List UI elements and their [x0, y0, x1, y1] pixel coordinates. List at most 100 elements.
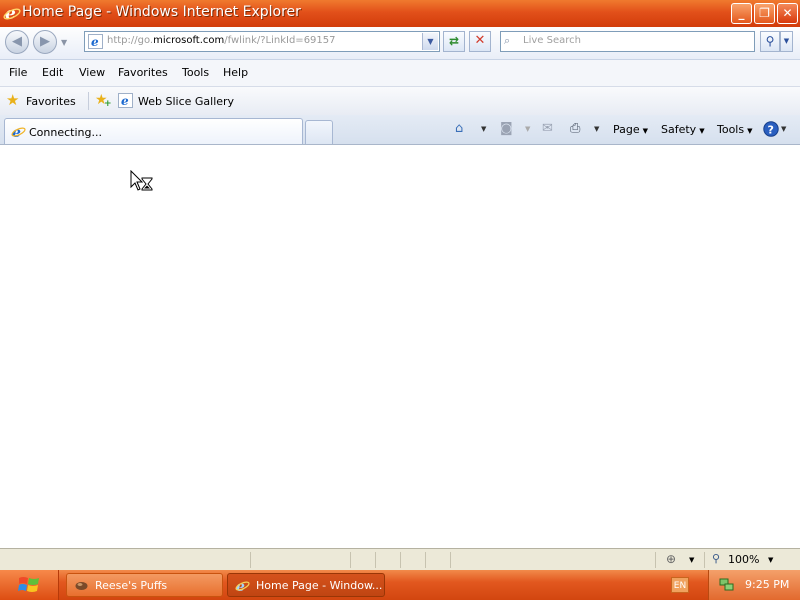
- menu-bar: File Edit View Favorites Tools Help: [0, 60, 800, 87]
- menu-edit[interactable]: Edit: [42, 66, 63, 79]
- system-tray: 9:25 PM: [708, 570, 800, 600]
- taskbar-item-label: Reese's Puffs: [95, 579, 168, 592]
- chevron-down-icon: ▼: [783, 37, 790, 45]
- window-icon: [75, 582, 88, 590]
- new-tab-button[interactable]: [305, 120, 333, 144]
- menu-help[interactable]: Help: [223, 66, 248, 79]
- address-toolbar: ◀ ▶ ▼ e http://go.microsoft.com/fwlink/?…: [0, 27, 800, 60]
- menu-tools[interactable]: Tools: [182, 66, 209, 79]
- tab-row: e Connecting... ⌂ ▼ ◙ ▼ ✉ ⎙ ▼ Page ▼ Safe…: [0, 115, 800, 145]
- favorites-bar: ★ Favorites ★ + e Web Slice Gallery: [0, 87, 800, 115]
- stop-icon: ✕: [474, 33, 486, 48]
- svg-text:e: e: [91, 35, 99, 49]
- status-divider: [450, 552, 451, 568]
- web-slice-ie-icon: e: [118, 93, 133, 108]
- svg-text:?: ?: [768, 124, 774, 137]
- forward-button[interactable]: ▶: [33, 30, 57, 54]
- tab-connecting[interactable]: e Connecting...: [4, 118, 303, 144]
- page-ie-icon: e: [88, 34, 103, 49]
- protected-mode-icon[interactable]: ⊕: [666, 552, 676, 566]
- address-url[interactable]: http://go.microsoft.com/fwlink/?LinkId=6…: [107, 35, 336, 46]
- print-icon[interactable]: ⎙: [570, 121, 580, 136]
- start-button[interactable]: [0, 570, 59, 600]
- search-placeholder: Live Search: [523, 35, 581, 46]
- chevron-down-icon: ▼: [699, 127, 705, 135]
- status-bar: ⊕ ▼ ⚲ 100% ▼: [0, 548, 800, 571]
- chevron-down-icon: ▼: [642, 127, 649, 135]
- menu-view[interactable]: View: [79, 66, 105, 79]
- search-button[interactable]: ⚲: [760, 31, 780, 52]
- url-suffix: /fwlink/?LinkId=69157: [224, 35, 336, 46]
- status-divider: [350, 552, 351, 568]
- window-title: Home Page - Windows Internet Explorer: [22, 4, 301, 20]
- title-bar[interactable]: e Home Page - Windows Internet Explorer …: [0, 0, 800, 27]
- chevron-down-icon: ▼: [747, 127, 753, 135]
- feeds-icon[interactable]: ◙: [500, 121, 513, 136]
- safety-menu-label: Safety: [661, 123, 697, 136]
- web-slice-gallery-link[interactable]: Web Slice Gallery: [138, 95, 234, 108]
- page-menu-label: Page: [613, 123, 640, 136]
- plus-icon: +: [104, 99, 112, 109]
- divider: [88, 92, 89, 110]
- ie-icon: e: [235, 579, 250, 593]
- svg-text:e: e: [121, 94, 129, 108]
- home-icon[interactable]: ⌂: [455, 121, 463, 136]
- menu-file[interactable]: File: [9, 66, 27, 79]
- favorites-button[interactable]: Favorites: [26, 95, 76, 108]
- protected-mode-dropdown-icon[interactable]: ▼: [689, 556, 694, 564]
- tools-menu-button[interactable]: Tools ▼: [717, 123, 753, 136]
- taskbar: Reese's Puffs e Home Page - Window... EN…: [0, 570, 800, 600]
- safety-menu-button[interactable]: Safety ▼: [661, 123, 705, 136]
- stop-button[interactable]: ✕: [469, 31, 491, 52]
- maximize-button[interactable]: ❐: [754, 3, 775, 24]
- status-divider: [375, 552, 376, 568]
- print-dropdown-icon[interactable]: ▼: [594, 125, 599, 133]
- menu-favorites[interactable]: Favorites: [118, 66, 168, 79]
- clock[interactable]: 9:25 PM: [745, 578, 789, 591]
- url-prefix: http://go.: [107, 35, 154, 46]
- address-dropdown-button[interactable]: ▼: [422, 33, 438, 50]
- refresh-button[interactable]: ⇄: [443, 31, 465, 52]
- status-divider: [704, 552, 705, 568]
- search-box[interactable]: ⌕ Live Search: [500, 31, 755, 52]
- tab-label: Connecting...: [29, 126, 102, 139]
- ie-logo-icon: e: [3, 4, 21, 22]
- zoom-icon: ⚲: [712, 552, 721, 565]
- status-divider: [250, 552, 251, 568]
- recent-pages-dropdown-icon[interactable]: ▼: [61, 38, 67, 47]
- language-indicator[interactable]: EN: [671, 577, 689, 593]
- search-options-dropdown[interactable]: ▼: [780, 31, 793, 52]
- network-icon[interactable]: [719, 577, 734, 592]
- forward-arrow-icon: ▶: [40, 34, 50, 49]
- tools-menu-label: Tools: [717, 123, 745, 136]
- chevron-down-icon: ▼: [427, 37, 434, 46]
- back-button[interactable]: ◀: [5, 30, 29, 54]
- search-engine-icon: ⌕: [504, 34, 511, 47]
- help-dropdown-icon[interactable]: ▼: [781, 125, 786, 133]
- help-icon[interactable]: ?: [763, 121, 779, 137]
- search-icon: ⚲: [765, 34, 775, 48]
- busy-cursor-icon: [130, 170, 153, 191]
- taskbar-item-home-page[interactable]: e Home Page - Window...: [227, 573, 385, 597]
- read-mail-icon[interactable]: ✉: [542, 121, 553, 136]
- home-dropdown-icon[interactable]: ▼: [481, 125, 486, 133]
- status-divider: [400, 552, 401, 568]
- feeds-dropdown-icon[interactable]: ▼: [525, 125, 530, 133]
- zoom-dropdown-icon[interactable]: ▼: [768, 556, 773, 564]
- close-button[interactable]: ✕: [777, 3, 798, 24]
- taskbar-item-label: Home Page - Window...: [256, 579, 383, 592]
- status-divider: [655, 552, 656, 568]
- status-divider: [425, 552, 426, 568]
- back-arrow-icon: ◀: [12, 34, 22, 49]
- refresh-icon: ⇄: [448, 34, 460, 48]
- windows-logo-icon: [18, 577, 39, 592]
- page-content[interactable]: [0, 145, 800, 548]
- page-menu-button[interactable]: Page ▼: [613, 123, 648, 136]
- favorites-star-icon[interactable]: ★: [6, 93, 19, 108]
- zoom-level[interactable]: 100%: [728, 553, 759, 566]
- taskbar-item-reeses-puffs[interactable]: Reese's Puffs: [66, 573, 223, 597]
- minimize-button[interactable]: _: [731, 3, 752, 24]
- ie-icon: e: [11, 125, 26, 139]
- url-domain: microsoft.com: [153, 35, 225, 46]
- address-bar[interactable]: e http://go.microsoft.com/fwlink/?LinkId…: [84, 31, 440, 52]
